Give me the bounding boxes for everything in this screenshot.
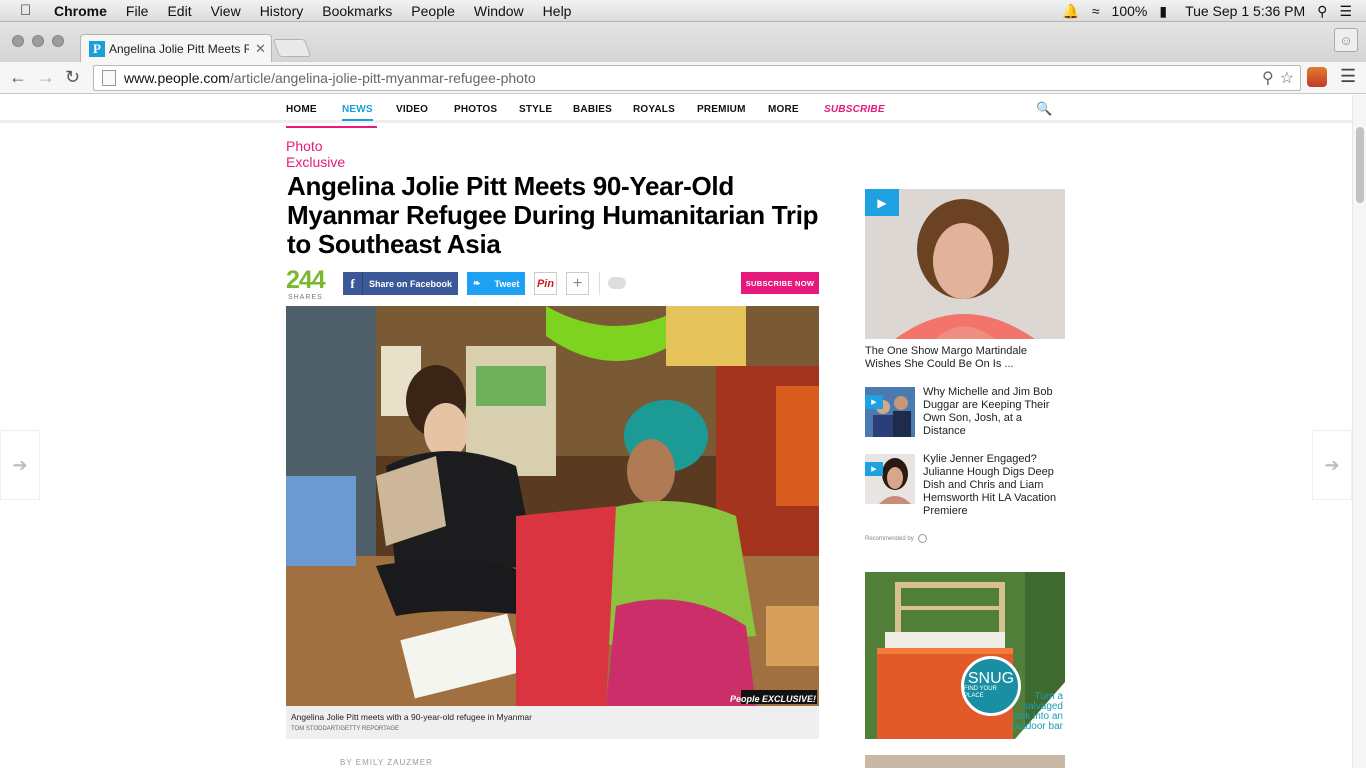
apple-icon[interactable]:  [20,2,40,19]
nav-video[interactable]: VIDEO [396,104,428,115]
caption-text: Angelina Jolie Pitt meets with a 90-year… [291,712,532,722]
close-window-button[interactable] [12,35,24,47]
recommended-by[interactable]: Recommended by [865,534,927,543]
recommended-title[interactable]: Kylie Jenner Engaged? Julianne Hough Dig… [923,453,1063,518]
next-article-arrow-icon[interactable]: ➔ [1312,430,1352,500]
forward-arrow-icon[interactable]: → [37,67,55,88]
play-icon[interactable]: ▶ [865,189,899,216]
menu-edit[interactable]: Edit [167,3,191,19]
page-scrollbar[interactable] [1352,95,1366,768]
share-facebook-label: Share on Facebook [369,278,453,289]
share-facebook-button[interactable]: f Share on Facebook [343,272,458,295]
recommender-logo-icon [917,534,927,543]
nav-royals[interactable]: ROYALS [633,104,675,115]
nav-home[interactable]: HOME [286,104,317,115]
photo-illustration [286,306,819,706]
scrollbar-thumb[interactable] [1356,127,1364,203]
menu-history[interactable]: History [260,3,304,19]
share-divider [599,272,600,295]
url-host: www.people.com [124,70,230,86]
recommended-title[interactable]: Why Michelle and Jim Bob Duggar are Keep… [923,386,1063,438]
share-count-number: 244 [286,266,326,294]
byline[interactable]: BY EMILY ZAUZMER [340,758,433,767]
pinterest-button[interactable]: Pin [534,272,557,295]
minimize-window-button[interactable] [32,35,44,47]
nav-photos[interactable]: PHOTOS [454,104,497,115]
battery-percent: 100% [1111,3,1148,19]
menu-window[interactable]: Window [474,3,524,19]
browser-toolbar: ← → ↻ www.people.com/article/angelina-jo… [0,62,1366,94]
menu-app[interactable]: Chrome [54,3,107,19]
notification-bell-icon[interactable]: 🔔 [1062,3,1079,20]
previous-article-arrow-icon[interactable]: ➔ [0,430,40,500]
tab-strip: P Angelina Jolie Pitt Meets R ✕ ☺ [0,22,1366,62]
notification-center-icon[interactable]: ☰ [1339,3,1352,20]
recommended-item[interactable]: ▶ Kylie Jenner Engaged? Julianne Hough D… [865,453,1065,517]
new-tab-button[interactable] [272,39,312,57]
page-icon [102,70,116,86]
recommended-thumbnail[interactable]: ▶ [865,387,915,437]
photo-credit: TOM STODDART/GETTY REPORTAGE [291,726,400,732]
people-exclusive-watermark: People EXCLUSIVE! [729,694,816,704]
share-count: 244 SHARES [286,266,326,301]
profile-icon[interactable]: ☺ [1334,28,1358,52]
play-icon: ▶ [865,395,883,409]
ad-teaser[interactable]: Turn a salvaged sink into an outdoor bar [1003,692,1063,732]
spotlight-search-icon[interactable]: ⚲ [1317,3,1327,20]
nav-news[interactable]: NEWS [342,104,373,121]
zoom-window-button[interactable] [52,35,64,47]
tweet-label: Tweet [494,278,520,289]
menu-people[interactable]: People [411,3,455,19]
menu-help[interactable]: Help [543,3,572,19]
back-arrow-icon[interactable]: ← [9,67,27,88]
nav-style[interactable]: STYLE [519,104,552,115]
clock[interactable]: Tue Sep 1 5:36 PM [1185,3,1305,19]
advertisement[interactable]: SNUG FIND YOUR PLACE Turn a salvaged sin… [865,572,1065,739]
zoom-icon[interactable]: ⚲ [1262,68,1274,88]
reload-icon[interactable]: ↻ [65,67,80,88]
ad-logo-main: SNUG [967,670,1015,687]
browser-tab[interactable]: P Angelina Jolie Pitt Meets R ✕ [80,34,272,62]
recommended-by-label: Recommended by [865,535,914,542]
nav-babies[interactable]: BABIES [573,104,612,115]
featured-video-title[interactable]: The One Show Margo Martindale Wishes She… [865,345,1065,371]
bookmark-star-icon[interactable]: ☆ [1280,68,1294,88]
next-sidebar-image[interactable] [865,755,1065,768]
site-navigation: HOME NEWS VIDEO PHOTOS STYLE BABIES ROYA… [0,95,1352,123]
nav-more[interactable]: MORE [768,104,799,115]
play-icon: ▶ [865,462,883,476]
comment-bubble-icon[interactable] [608,277,626,289]
site-search-icon[interactable]: 🔍 [1036,101,1052,117]
article-kicker[interactable]: Photo Exclusive [286,126,377,170]
battery-icon[interactable]: ▮ [1159,3,1167,20]
menu-view[interactable]: View [211,3,241,19]
url-path: /article/angelina-jolie-pitt-myanmar-ref… [229,70,536,86]
twitter-bird-icon: ❧ [473,278,481,288]
article-headline: Angelina Jolie Pitt Meets 90-Year-Old My… [287,171,819,259]
recommended-thumbnail[interactable]: ▶ [865,454,915,504]
featured-video-thumbnail[interactable]: ▶ [865,189,1065,339]
instagram-extension-icon[interactable] [1307,67,1327,87]
facebook-icon: f [343,272,363,295]
more-share-plus-icon[interactable]: + [566,272,589,295]
share-count-label: SHARES [287,294,323,301]
nav-subscribe[interactable]: SUBSCRIBE [824,104,885,115]
menu-bookmarks[interactable]: Bookmarks [322,3,392,19]
tweet-button[interactable]: ❧ Tweet [467,272,525,295]
recommended-item[interactable]: ▶ Why Michelle and Jim Bob Duggar are Ke… [865,386,1065,443]
mac-menubar:  Chrome File Edit View History Bookmark… [0,0,1366,22]
subscribe-now-button[interactable]: SUBSCRIBE NOW [741,272,819,294]
address-bar[interactable]: www.people.com/article/angelina-jolie-pi… [93,65,1301,91]
people-favicon-icon: P [89,40,105,57]
nav-premium[interactable]: PREMIUM [697,104,746,115]
article-photo[interactable]: People EXCLUSIVE! [286,306,819,706]
photo-caption: Angelina Jolie Pitt meets with a 90-year… [286,706,819,739]
close-tab-icon[interactable]: ✕ [255,41,266,57]
wifi-icon[interactable]: ≈ [1092,3,1100,19]
chrome-menu-icon[interactable]: ☰ [1340,66,1356,87]
menu-file[interactable]: File [126,3,149,19]
pinterest-label: Pin [536,277,555,290]
tab-title: Angelina Jolie Pitt Meets R [109,41,249,56]
